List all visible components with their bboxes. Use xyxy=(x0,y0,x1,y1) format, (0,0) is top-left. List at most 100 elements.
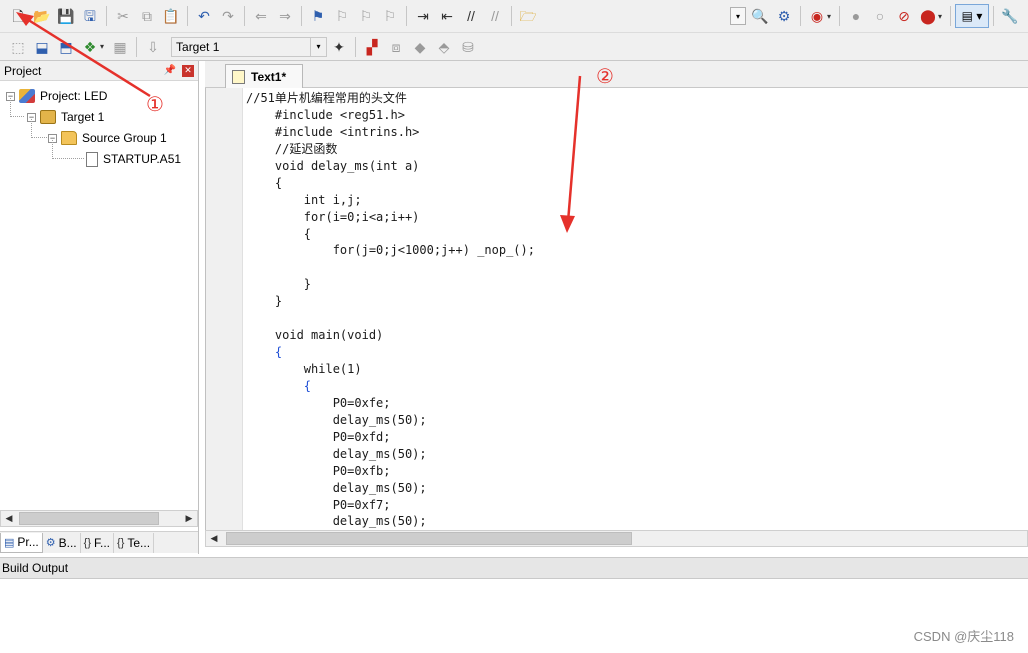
code-line[interactable]: //延迟函数 xyxy=(246,141,535,158)
tab-templates[interactable]: {} Te... xyxy=(114,532,155,553)
target-options-icon[interactable]: ✦ xyxy=(328,36,350,58)
code-line[interactable]: while(1) xyxy=(246,361,535,378)
breakpoint-icon[interactable]: ● xyxy=(845,5,867,27)
debug-session-icon[interactable]: ◉ xyxy=(806,5,828,27)
code-line[interactable]: { xyxy=(246,378,535,395)
save-all-icon[interactable]: 🖫 xyxy=(79,5,101,27)
copy-icon[interactable]: ⧉ xyxy=(136,5,158,27)
code-line[interactable]: delay_ms(50); xyxy=(246,513,535,530)
toolbar-separator xyxy=(187,6,188,26)
code-line[interactable]: //51单片机编程常用的头文件 xyxy=(246,90,535,107)
code-line[interactable]: void delay_ms(int a) xyxy=(246,158,535,175)
bookmark-icon[interactable]: ⚑ xyxy=(307,5,329,27)
chevron-down-icon[interactable]: ▾ xyxy=(827,12,831,21)
comment-icon[interactable]: // xyxy=(460,5,482,27)
project-panel-scrollbar[interactable]: ◀ ▶ xyxy=(0,510,198,527)
window-layout-button[interactable]: ▤ ▾ xyxy=(955,4,989,28)
save-icon[interactable]: 💾 xyxy=(55,5,77,27)
pack-installer-icon[interactable]: ⬘ xyxy=(433,36,455,58)
code-line[interactable]: delay_ms(50); xyxy=(246,480,535,497)
breakpoint-options-icon[interactable]: ⬤ xyxy=(917,5,939,27)
toolbar-separator xyxy=(950,6,951,26)
close-icon[interactable]: ✕ xyxy=(182,64,194,77)
open-folder-icon[interactable]: 📂 xyxy=(31,5,53,27)
download-icon[interactable]: ⇩ xyxy=(142,36,164,58)
chevron-down-icon[interactable]: ▾ xyxy=(100,42,104,51)
paste-icon[interactable]: 📋 xyxy=(160,5,182,27)
manage-components-icon[interactable]: ⧈ xyxy=(385,36,407,58)
uncomment-icon[interactable]: // xyxy=(484,5,506,27)
browse-icon[interactable]: ⚙ xyxy=(773,5,795,27)
tree-connector xyxy=(10,98,24,117)
find-in-files-icon[interactable]: 🗁 xyxy=(517,5,539,27)
scroll-right-icon[interactable]: ▶ xyxy=(181,511,197,526)
wrench-icon[interactable]: 🔧 xyxy=(999,5,1021,27)
build-icon[interactable]: ⬓ xyxy=(31,36,53,58)
tree-item-label: Source Group 1 xyxy=(82,131,167,145)
navigate-back-icon[interactable]: ⇐ xyxy=(250,5,272,27)
stop-build-icon[interactable]: ▦ xyxy=(109,36,131,58)
build-output-title: Build Output xyxy=(2,561,69,575)
cut-icon[interactable]: ✂ xyxy=(112,5,134,27)
tree-item-file[interactable]: STARTUP.A51 xyxy=(86,149,181,169)
redo-icon[interactable]: ↷ xyxy=(217,5,239,27)
code-line[interactable]: delay_ms(50); xyxy=(246,446,535,463)
code-line[interactable] xyxy=(246,259,535,276)
batch-build-icon[interactable]: ❖ xyxy=(79,36,101,58)
next-bookmark-icon[interactable]: ⚐ xyxy=(355,5,377,27)
toolbar-separator xyxy=(511,6,512,26)
code-line[interactable]: } xyxy=(246,276,535,293)
indent-icon[interactable]: ⇥ xyxy=(412,5,434,27)
scrollbar-thumb[interactable] xyxy=(19,512,159,525)
code-line[interactable]: int i,j; xyxy=(246,192,535,209)
code-line[interactable]: P0=0xfe; xyxy=(246,395,535,412)
navigate-forward-icon[interactable]: ⇒ xyxy=(274,5,296,27)
prev-bookmark-icon[interactable]: ⚐ xyxy=(331,5,353,27)
runtime-env-icon[interactable]: ⛁ xyxy=(457,36,479,58)
rebuild-icon[interactable]: ⬒ xyxy=(55,36,77,58)
disable-breakpoint-icon[interactable]: ○ xyxy=(869,5,891,27)
chevron-down-icon[interactable]: ▾ xyxy=(938,12,942,21)
code-line[interactable]: { xyxy=(246,226,535,243)
code-line[interactable]: P0=0xf7; xyxy=(246,497,535,514)
scroll-left-icon[interactable]: ◀ xyxy=(206,531,222,546)
build-output-panel[interactable]: Build Output xyxy=(0,557,1028,579)
tab-functions[interactable]: {} F... xyxy=(81,532,115,553)
tab-books[interactable]: ⚙ B... xyxy=(43,532,81,553)
code-line[interactable]: P0=0xfd; xyxy=(246,429,535,446)
scroll-left-icon[interactable]: ◀ xyxy=(1,511,17,526)
code-line[interactable]: { xyxy=(246,344,535,361)
toolbar-separator xyxy=(106,6,107,26)
target-select[interactable]: Target 1 ▾ xyxy=(171,36,328,57)
code-area[interactable]: //51单片机编程常用的头文件 #include <reg51.h> #incl… xyxy=(246,90,535,530)
tab-label: B... xyxy=(58,535,77,550)
pin-icon[interactable]: 📌 xyxy=(164,65,176,76)
translate-icon[interactable]: ⬚ xyxy=(7,36,29,58)
tab-project[interactable]: ▤ Pr... xyxy=(0,532,43,553)
code-line[interactable]: void main(void) xyxy=(246,327,535,344)
tab-label: Te... xyxy=(127,535,151,550)
editor-tab-text1[interactable]: Text1* xyxy=(225,64,303,88)
code-line[interactable]: for(i=0;i<a;i++) xyxy=(246,209,535,226)
select-packs-icon[interactable]: ◆ xyxy=(409,36,431,58)
code-line[interactable]: #include <reg51.h> xyxy=(246,107,535,124)
kill-breakpoints-icon[interactable]: ⊘ xyxy=(893,5,915,27)
incremental-find-icon[interactable]: 🔍 xyxy=(749,5,771,27)
unindent-icon[interactable]: ⇤ xyxy=(436,5,458,27)
template-icon: {} xyxy=(117,536,125,549)
code-line[interactable]: delay_ms(50); xyxy=(246,412,535,429)
scrollbar-thumb[interactable] xyxy=(226,532,632,545)
code-editor[interactable]: //51单片机编程常用的头文件 #include <reg51.h> #incl… xyxy=(205,88,1028,530)
editor-scrollbar[interactable]: ◀ xyxy=(205,530,1028,547)
code-line[interactable] xyxy=(246,310,535,327)
find-dropdown[interactable]: ▾ xyxy=(729,7,746,25)
code-line[interactable]: } xyxy=(246,293,535,310)
code-line[interactable]: for(j=0;j<1000;j++) _nop_(); xyxy=(246,242,535,259)
new-file-icon[interactable]: 🗋 xyxy=(7,5,29,27)
code-line[interactable]: { xyxy=(246,175,535,192)
clear-bookmarks-icon[interactable]: ⚐ xyxy=(379,5,401,27)
file-extensions-icon[interactable]: ▞ xyxy=(361,36,383,58)
code-line[interactable]: P0=0xfb; xyxy=(246,463,535,480)
undo-icon[interactable]: ↶ xyxy=(193,5,215,27)
code-line[interactable]: #include <intrins.h> xyxy=(246,124,535,141)
